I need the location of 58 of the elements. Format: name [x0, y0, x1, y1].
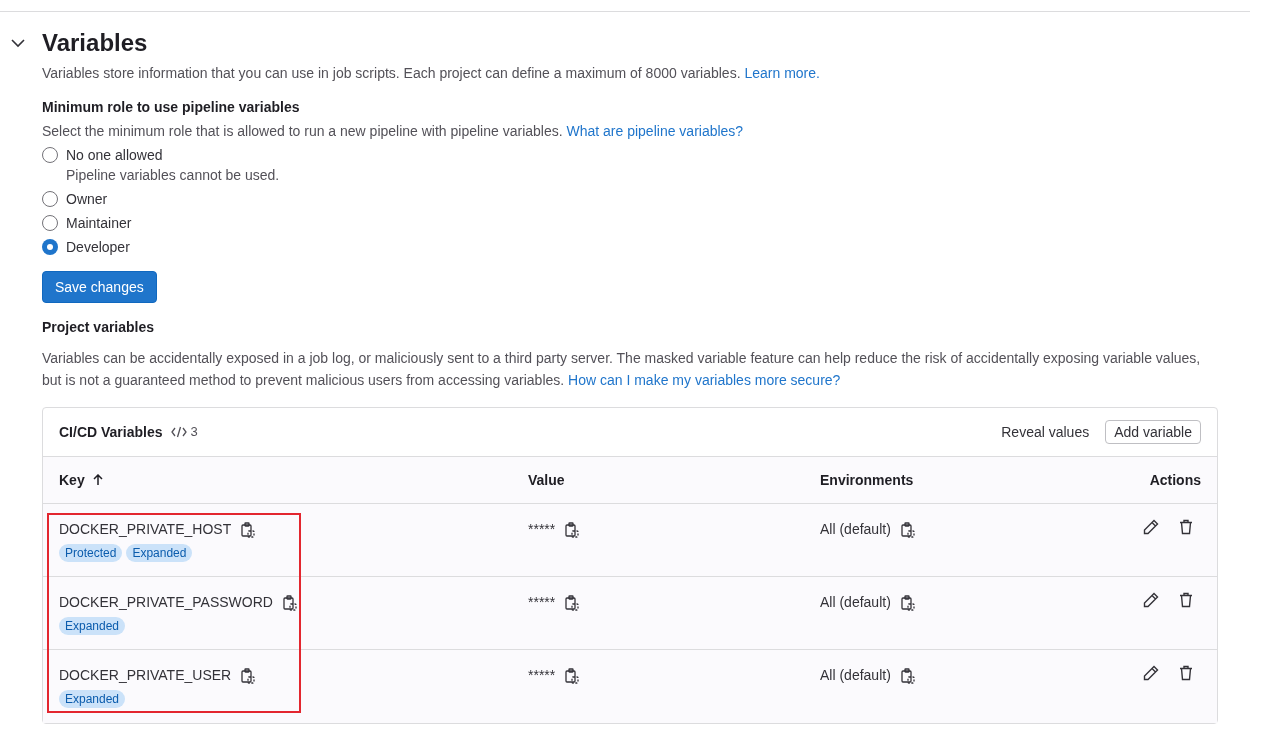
- column-header: Environments: [820, 470, 914, 490]
- variable-badge: Expanded: [59, 690, 126, 708]
- column-header[interactable]: Key: [59, 469, 85, 491]
- section-title: Variables: [42, 28, 148, 58]
- table-title: CI/CD Variables: [59, 422, 163, 442]
- delete-icon[interactable]: [1179, 592, 1193, 608]
- save-changes-button[interactable]: Save changes: [42, 271, 157, 303]
- environment-scope: All (default): [820, 666, 891, 685]
- learn-more-link[interactable]: Learn more.: [744, 65, 820, 81]
- copy-icon[interactable]: [282, 594, 297, 611]
- sort-arrow-up-icon[interactable]: [92, 474, 103, 486]
- min-role-heading: Minimum role to use pipeline variables: [42, 98, 301, 117]
- delete-icon[interactable]: [1179, 519, 1193, 535]
- reveal-values-button[interactable]: Reveal values: [993, 420, 1098, 444]
- radio-label: Developer: [66, 238, 130, 257]
- add-variable-button[interactable]: Add variable: [1105, 420, 1201, 444]
- edit-icon[interactable]: [1143, 519, 1159, 535]
- copy-icon[interactable]: [241, 667, 256, 684]
- delete-icon[interactable]: [1179, 665, 1193, 681]
- project-variables-heading: Project variables: [42, 318, 156, 337]
- variable-count: 3: [190, 423, 198, 442]
- variable-key: DOCKER_PRIVATE_PASSWORD: [59, 592, 273, 613]
- radio-help-text: Pipeline variables cannot be used.: [66, 166, 280, 185]
- masked-value: *****: [528, 666, 556, 685]
- chevron-down-icon: [11, 38, 25, 48]
- copy-icon[interactable]: [565, 521, 580, 538]
- copy-icon[interactable]: [900, 521, 915, 538]
- variable-key: DOCKER_PRIVATE_HOST: [59, 519, 232, 540]
- radio-button[interactable]: [42, 239, 58, 255]
- code-icon: [170, 425, 187, 439]
- copy-icon[interactable]: [241, 521, 256, 538]
- masked-value: *****: [528, 593, 556, 612]
- copy-icon[interactable]: [900, 667, 915, 684]
- environment-scope: All (default): [820, 520, 891, 539]
- column-header: Actions: [1149, 470, 1201, 490]
- edit-icon[interactable]: [1143, 592, 1159, 608]
- variable-badge: Expanded: [126, 544, 193, 562]
- copy-icon[interactable]: [565, 667, 580, 684]
- radio-label: Owner: [66, 190, 108, 209]
- environment-scope: All (default): [820, 593, 891, 612]
- edit-icon[interactable]: [1143, 665, 1159, 681]
- min-role-description: Select the minimum role that is allowed to run a new pipeline with pipeline variables. What are pipeline variables?: [42, 122, 745, 141]
- radio-label: Maintainer: [66, 214, 132, 233]
- column-header: Value: [528, 470, 565, 490]
- radio-button[interactable]: [42, 147, 58, 163]
- masked-value: *****: [528, 520, 556, 539]
- section-description: Variables store information that you can use in job scripts. Each project can define a maximum of 8000 variables. Learn more.: [42, 64, 821, 83]
- radio-label: No one allowed: [66, 146, 164, 165]
- copy-icon[interactable]: [565, 594, 580, 611]
- variable-badge: Expanded: [59, 617, 126, 635]
- pipeline-variables-link[interactable]: What are pipeline variables?: [566, 123, 744, 139]
- project-variables-description: Variables can be accidentally exposed in a job log, or maliciously sent to a third party server. The masked variable feature can help reduce the risk of accidentally exposing variable values, but is not a guaranteed method to prevent malicious users from accessing variables. How can I make my variables more secure?: [42, 349, 1202, 390]
- variable-key: DOCKER_PRIVATE_USER: [59, 665, 232, 686]
- copy-icon[interactable]: [900, 594, 915, 611]
- radio-button[interactable]: [42, 191, 58, 207]
- radio-button[interactable]: [42, 215, 58, 231]
- variable-badge: Protected: [59, 544, 123, 562]
- secure-variables-link[interactable]: How can I make my variables more secure?: [568, 372, 841, 388]
